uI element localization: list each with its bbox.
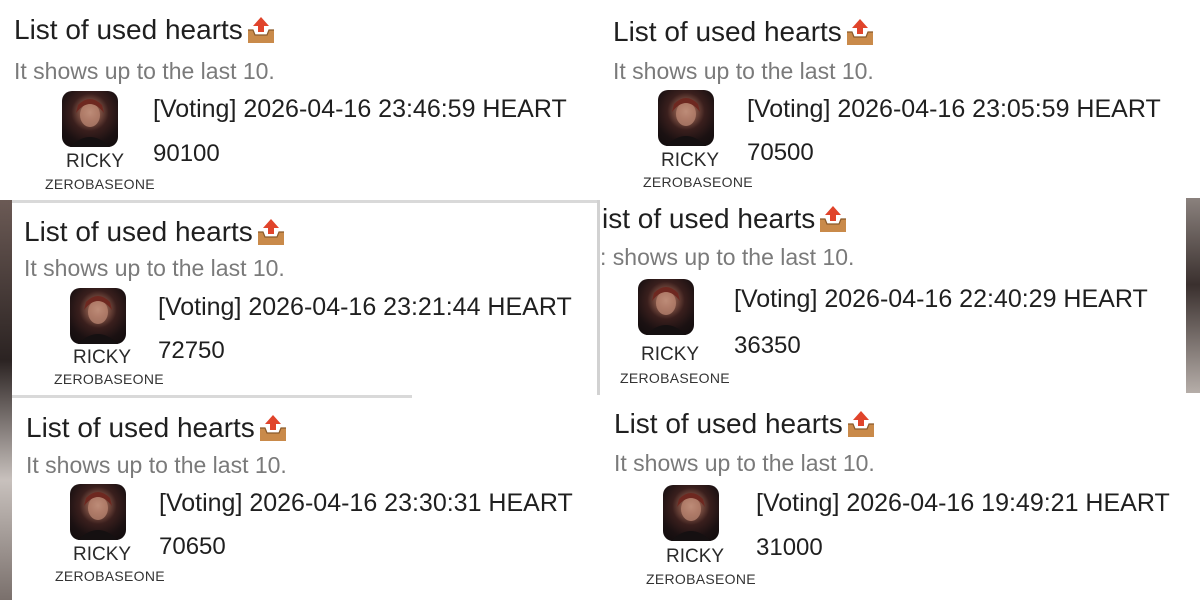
vote-entry: [Voting] 2026-04-16 23:21:44 HEART — [158, 293, 572, 321]
card-title: ist of used hearts — [602, 203, 849, 235]
vote-entry: [Voting] 2026-04-16 23:46:59 HEART — [153, 95, 567, 123]
heart-amount: 36350 — [734, 332, 801, 359]
hearts-card-6: List of used hearts It shows up to the l… — [602, 393, 1200, 600]
card-subtitle: It shows up to the last 10. — [614, 450, 875, 476]
card-title: List of used hearts — [14, 14, 277, 46]
card-subtitle: : shows up to the last 10. — [600, 244, 855, 270]
card-title-text: List of used hearts — [613, 16, 842, 47]
heart-amount: 72750 — [158, 337, 225, 364]
card-title-text: ist of used hearts — [602, 203, 816, 234]
heart-amount: 90100 — [153, 140, 220, 167]
background-strip-left — [0, 200, 12, 600]
card-title-text: List of used hearts — [614, 408, 843, 439]
card-title-text: List of used hearts — [24, 216, 253, 247]
card-subtitle: It shows up to the last 10. — [14, 58, 275, 84]
group-name: ZEROBASEONE — [620, 370, 730, 386]
hearts-card-5: List of used hearts It shows up to the l… — [12, 398, 602, 600]
vote-entry: [Voting] 2026-04-16 23:05:59 HEART — [747, 95, 1161, 123]
outbox-tray-icon — [844, 17, 876, 47]
outbox-tray-icon — [245, 15, 277, 45]
artist-avatar[interactable] — [70, 288, 126, 344]
vote-entry: [Voting] 2026-04-16 22:40:29 HEART — [734, 285, 1148, 313]
card-title: List of used hearts — [24, 216, 287, 248]
artist-avatar[interactable] — [663, 485, 719, 541]
outbox-tray-icon — [817, 204, 849, 234]
collage-seam — [597, 200, 600, 395]
artist-name: RICKY — [641, 344, 700, 365]
outbox-tray-icon — [845, 409, 877, 439]
group-name: ZEROBASEONE — [55, 568, 165, 584]
group-name: ZEROBASEONE — [45, 176, 155, 192]
card-subtitle: It shows up to the last 10. — [26, 452, 287, 478]
card-title-text: List of used hearts — [14, 14, 243, 45]
artist-avatar[interactable] — [658, 90, 714, 146]
heart-amount: 31000 — [756, 534, 823, 561]
artist-avatar[interactable] — [62, 91, 118, 147]
hearts-card-4: ist of used hearts : shows up to the las… — [600, 198, 1186, 393]
outbox-tray-icon — [257, 413, 289, 443]
group-name: ZEROBASEONE — [54, 371, 164, 387]
hearts-card-1: List of used hearts It shows up to the l… — [0, 0, 600, 200]
artist-avatar[interactable] — [70, 484, 126, 540]
card-subtitle: It shows up to the last 10. — [24, 255, 285, 281]
card-title: List of used hearts — [613, 16, 876, 48]
outbox-tray-icon — [255, 217, 287, 247]
hearts-card-2: List of used hearts It shows up to the l… — [600, 0, 1200, 198]
collage-seam — [12, 200, 597, 203]
group-name: ZEROBASEONE — [643, 174, 753, 190]
heart-amount: 70500 — [747, 139, 814, 166]
hearts-card-3: List of used hearts It shows up to the l… — [12, 203, 597, 395]
artist-name: RICKY — [666, 546, 725, 567]
card-title: List of used hearts — [26, 412, 289, 444]
artist-name: RICKY — [66, 151, 125, 172]
screenshot-collage: List of used hearts It shows up to the l… — [0, 0, 1200, 600]
card-title-text: List of used hearts — [26, 412, 255, 443]
card-title: List of used hearts — [614, 408, 877, 440]
vote-entry: [Voting] 2026-04-16 19:49:21 HEART — [756, 489, 1170, 517]
vote-entry: [Voting] 2026-04-16 23:30:31 HEART — [159, 489, 573, 517]
artist-name: RICKY — [661, 150, 720, 171]
group-name: ZEROBASEONE — [646, 571, 756, 587]
artist-avatar[interactable] — [638, 279, 694, 335]
heart-amount: 70650 — [159, 533, 226, 560]
artist-name: RICKY — [73, 347, 132, 368]
card-subtitle: It shows up to the last 10. — [613, 58, 874, 84]
collage-seam — [12, 395, 412, 398]
background-strip-right — [1186, 195, 1200, 395]
artist-name: RICKY — [73, 544, 132, 565]
